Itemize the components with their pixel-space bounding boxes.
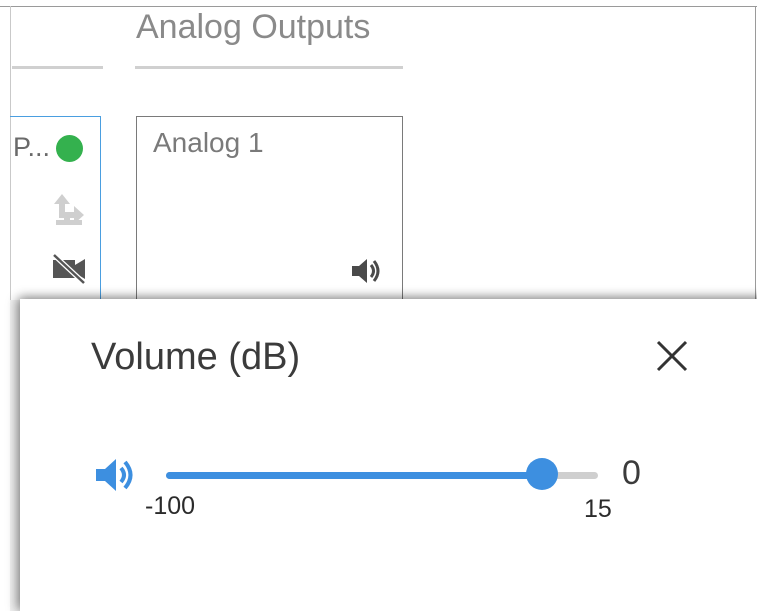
slider-min-label: -100 [145,492,196,520]
frame-right-border [755,6,756,306]
close-icon[interactable] [650,334,694,378]
previous-section-underline [12,66,103,69]
mute-toggle-volume-icon[interactable] [94,455,140,495]
videocam-off-icon[interactable] [50,251,88,285]
slider-max-label: 15 [584,495,612,523]
volume-slider-fill [166,472,542,479]
dialog-title: Volume (dB) [91,336,301,378]
section-title-analog-outputs: Analog Outputs [136,8,371,46]
output-card-label: P... [13,132,51,162]
status-indicator-dot [56,135,83,162]
analog-section-underline [135,66,403,69]
app-stage: Analog Outputs P... Analog 1 Volume (dB) [0,0,757,611]
share-icon[interactable] [50,190,90,228]
volume-slider-thumb[interactable] [525,458,558,490]
analog-card-title: Analog 1 [153,127,264,158]
slider-value-readout: 0 [622,454,641,492]
volume-icon[interactable] [349,255,385,287]
frame-top-border [0,6,757,7]
